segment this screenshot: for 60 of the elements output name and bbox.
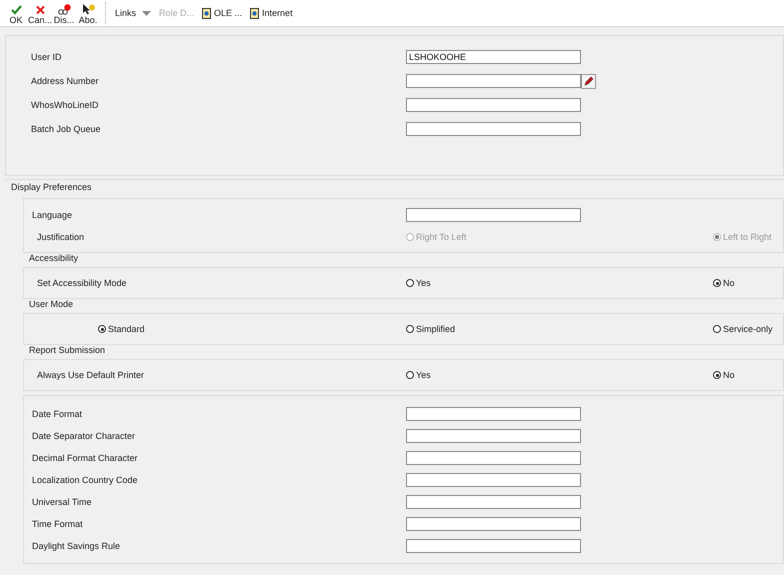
group-title: Report Submission bbox=[29, 345, 106, 355]
radio-option[interactable]: Yes bbox=[406, 370, 713, 380]
close-icon bbox=[36, 5, 44, 15]
radio-button[interactable] bbox=[713, 371, 721, 379]
caret-icon bbox=[142, 10, 152, 16]
document-icon bbox=[250, 8, 260, 18]
radio-option[interactable]: Yes bbox=[406, 278, 713, 288]
field-label: WhosWhoLineID bbox=[30, 100, 100, 110]
about-button[interactable]: Abo. bbox=[76, 1, 100, 25]
radio-button[interactable] bbox=[406, 279, 414, 287]
group-title: User Mode bbox=[29, 299, 74, 309]
input-field[interactable] bbox=[406, 208, 581, 222]
group-title: Accessibility bbox=[29, 253, 80, 263]
radio-button[interactable] bbox=[406, 371, 414, 379]
field-label: Justification bbox=[36, 232, 86, 242]
input-field[interactable] bbox=[406, 429, 581, 443]
document-icon bbox=[202, 8, 212, 18]
radio-option[interactable]: Simplified bbox=[406, 324, 713, 334]
input-field[interactable] bbox=[406, 539, 581, 553]
section-title: Display Preferences bbox=[10, 181, 93, 194]
links-menu[interactable]: Links bbox=[111, 8, 156, 18]
input-field[interactable] bbox=[406, 495, 581, 509]
input-field[interactable] bbox=[406, 74, 581, 88]
document-link[interactable]: Internet bbox=[246, 8, 297, 18]
input-field[interactable] bbox=[406, 473, 581, 487]
radio-button[interactable] bbox=[406, 325, 414, 333]
field-label: Localization Country Code bbox=[31, 475, 139, 485]
cancel-button[interactable]: Can... bbox=[28, 1, 52, 25]
radio-option[interactable]: Service-only bbox=[713, 324, 783, 334]
radio-button[interactable] bbox=[98, 325, 106, 333]
field-label: Always Use Default Printer bbox=[36, 370, 146, 380]
field-label: Address Number bbox=[30, 76, 100, 86]
check-icon bbox=[10, 5, 22, 15]
document-link[interactable]: OLE ... bbox=[198, 8, 246, 18]
field-label: Batch Job Queue bbox=[30, 124, 102, 134]
field-label: Time Format bbox=[31, 519, 84, 529]
field-label: User ID bbox=[30, 52, 63, 62]
radio-option[interactable]: No bbox=[713, 370, 783, 380]
display-button[interactable]: Dis... bbox=[52, 1, 76, 25]
input-field[interactable] bbox=[406, 407, 581, 421]
input-field[interactable] bbox=[406, 517, 581, 531]
input-field[interactable] bbox=[406, 451, 581, 465]
field-label: Decimal Format Character bbox=[31, 453, 139, 463]
field-label: Daylight Savings Rule bbox=[31, 541, 122, 551]
field-label: Set Accessibility Mode bbox=[36, 278, 128, 288]
radio-option[interactable]: Standard bbox=[24, 324, 406, 334]
ok-button[interactable]: OK bbox=[4, 1, 28, 25]
radio-option[interactable]: No bbox=[713, 278, 783, 288]
lookup-button[interactable] bbox=[581, 74, 596, 88]
field-label: Universal Time bbox=[31, 497, 93, 507]
radio-button[interactable] bbox=[713, 325, 721, 333]
pencil-icon bbox=[584, 76, 594, 86]
radio-button[interactable] bbox=[713, 279, 721, 287]
glasses-icon bbox=[57, 4, 71, 15]
input-field[interactable]: LSHOKOOHE bbox=[406, 50, 581, 64]
field-label: Language bbox=[31, 210, 74, 220]
field-label: Date Separator Character bbox=[31, 431, 136, 441]
field-label: Date Format bbox=[31, 409, 84, 419]
input-field[interactable] bbox=[406, 122, 581, 136]
input-field[interactable] bbox=[406, 98, 581, 112]
